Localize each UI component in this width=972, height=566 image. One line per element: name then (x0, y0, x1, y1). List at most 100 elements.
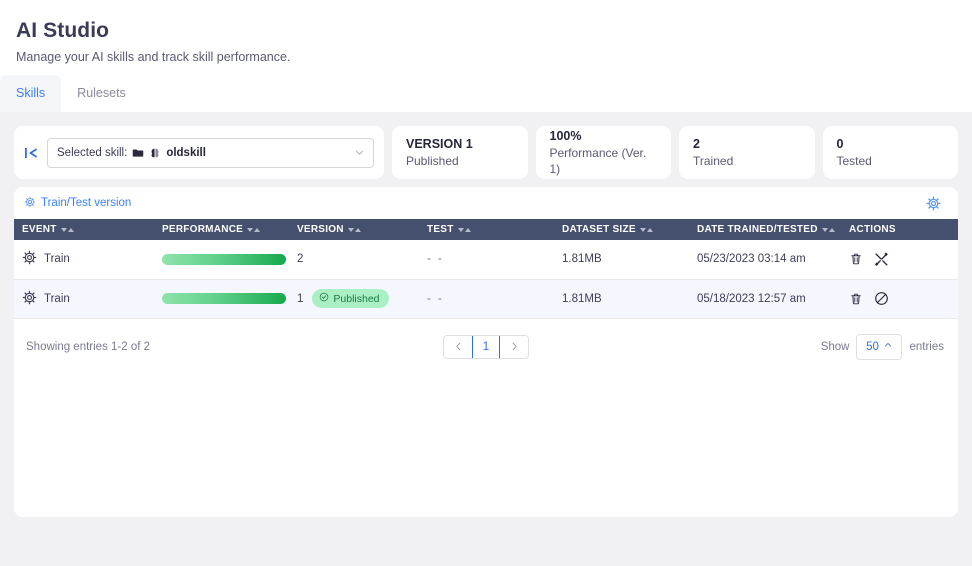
selected-skill-dropdown[interactable]: Selected skill: oldskill (47, 137, 374, 168)
cell-performance (154, 240, 289, 280)
selected-skill-label: Selected skill: (57, 146, 128, 159)
showing-entries-text: Showing entries 1-2 of 2 (26, 340, 151, 353)
tab-rulesets[interactable]: Rulesets (61, 75, 142, 112)
status-badge: Published (312, 289, 389, 308)
column-label: DATASET SIZE (562, 224, 636, 235)
cell-dataset-size: 1.81MB (554, 279, 689, 319)
cell-actions (841, 279, 958, 319)
cell-version: 1 Published (289, 279, 419, 319)
kpi-label: Tested (836, 154, 872, 168)
cell-event: Train (14, 240, 154, 280)
ban-icon[interactable] (874, 291, 889, 306)
kpi-card-version: VERSION 1 Published (392, 126, 528, 179)
cell-date: 05/18/2023 12:57 am (689, 279, 841, 319)
table-body: Train 2 - - 1.81MB 05/23/2023 03:14 am T… (14, 240, 958, 319)
version-value: 1 (297, 292, 304, 305)
sort-arrows-icon[interactable] (347, 227, 361, 232)
cell-dataset-size: 1.81MB (554, 240, 689, 280)
chevron-down-icon[interactable] (354, 147, 365, 158)
test-value: - - (427, 253, 444, 266)
performance-bar (162, 253, 286, 265)
cell-version: 2 (289, 240, 419, 280)
column-header-performance[interactable]: PERFORMANCE (154, 219, 289, 240)
chevron-up-icon (883, 340, 893, 353)
kpi-card-performance: 100% Performance (Ver. 1) (535, 126, 671, 179)
collapse-left-icon[interactable] (22, 144, 40, 162)
cell-event: Train (14, 279, 154, 319)
trash-icon[interactable] (849, 292, 863, 306)
sort-arrows-icon[interactable] (821, 227, 835, 232)
table-header-row: EVENT PERFORMANCE VERSION TEST DATASET S… (14, 219, 958, 240)
cell-actions (841, 240, 958, 280)
entries-select[interactable]: 50 (856, 333, 903, 360)
train-test-table-card: Train/Test version EVENT PERFORMANCE VER… (14, 187, 958, 517)
trash-icon[interactable] (849, 252, 863, 266)
table-toolbar: Train/Test version (14, 187, 958, 219)
test-value: - - (427, 292, 444, 305)
column-label: PERFORMANCE (162, 224, 244, 235)
entries-label: entries (909, 340, 944, 353)
toolbar-right (922, 192, 952, 214)
train-test-version-label: Train/Test version (41, 197, 132, 209)
show-label: Show (820, 340, 850, 353)
summary-row: Selected skill: oldskill VERSION 1 Publi… (14, 126, 958, 179)
folder-icon (132, 147, 144, 159)
cell-test: - - (419, 240, 554, 280)
main-content: Selected skill: oldskill VERSION 1 Publi… (0, 112, 972, 517)
gear-icon (22, 290, 37, 308)
kpi-value: 2 (693, 137, 700, 151)
event-label: Train (44, 292, 70, 305)
page-header: AI Studio Manage your AI skills and trac… (0, 0, 972, 112)
table-footer-wrap: Showing entries 1-2 of 2 1 Show 50 entri… (14, 318, 958, 375)
selected-skill-value: oldskill (166, 146, 206, 159)
tools-icon[interactable] (874, 252, 889, 267)
tab-bar: Skills Rulesets (0, 75, 142, 112)
gear-icon (24, 196, 36, 211)
sort-arrows-icon[interactable] (457, 227, 471, 232)
cell-test: - - (419, 279, 554, 319)
table-header: EVENT PERFORMANCE VERSION TEST DATASET S… (14, 219, 958, 240)
pagination: 1 (443, 334, 529, 359)
gear-icon (22, 250, 37, 268)
column-header-test[interactable]: TEST (419, 219, 554, 240)
table-row[interactable]: Train 1 Published - - 1.81MB 05/18/2023 … (14, 279, 958, 319)
brain-icon (149, 147, 161, 159)
table-settings-gear-icon[interactable] (922, 192, 944, 214)
column-header-event[interactable]: EVENT (14, 219, 154, 240)
status-badge-label: Published (333, 292, 380, 305)
page-subtitle: Manage your AI skills and track skill pe… (16, 50, 291, 64)
chevron-right-icon[interactable] (500, 335, 528, 358)
train-test-table: EVENT PERFORMANCE VERSION TEST DATASET S… (14, 219, 958, 319)
entries-value: 50 (866, 340, 879, 353)
event-label: Train (44, 253, 70, 266)
cell-performance (154, 279, 289, 319)
version-value: 2 (297, 253, 304, 266)
kpi-card-tested: 0 Tested (822, 126, 958, 179)
chevron-left-icon[interactable] (444, 335, 472, 358)
column-label: VERSION (297, 224, 344, 235)
column-header-actions: ACTIONS (841, 219, 958, 240)
kpi-value: 0 (836, 137, 844, 151)
column-label: DATE TRAINED/TESTED (697, 224, 818, 235)
entries-per-page: Show 50 entries (820, 333, 944, 360)
performance-bar (162, 293, 286, 304)
column-label: TEST (427, 224, 454, 235)
sort-arrows-icon[interactable] (60, 227, 74, 232)
table-footer: Showing entries 1-2 of 2 1 Show 50 entri… (14, 318, 958, 375)
kpi-label: Performance (Ver. 1) (549, 146, 647, 176)
kpi-label: Trained (693, 154, 734, 168)
table-row[interactable]: Train 2 - - 1.81MB 05/23/2023 03:14 am (14, 240, 958, 280)
page-number-1[interactable]: 1 (472, 335, 500, 358)
column-header-dataset-size[interactable]: DATASET SIZE (554, 219, 689, 240)
train-test-version-link[interactable]: Train/Test version (24, 196, 131, 211)
tab-skills[interactable]: Skills (0, 75, 62, 112)
skill-selector-card: Selected skill: oldskill (14, 126, 384, 179)
column-header-version[interactable]: VERSION (289, 219, 419, 240)
check-circle-icon (319, 292, 329, 305)
column-header-date[interactable]: DATE TRAINED/TESTED (689, 219, 841, 240)
sort-arrows-icon[interactable] (247, 227, 261, 232)
column-label: EVENT (22, 224, 57, 235)
kpi-label: Published (406, 154, 459, 168)
sort-arrows-icon[interactable] (639, 227, 653, 232)
kpi-card-trained: 2 Trained (679, 126, 815, 179)
